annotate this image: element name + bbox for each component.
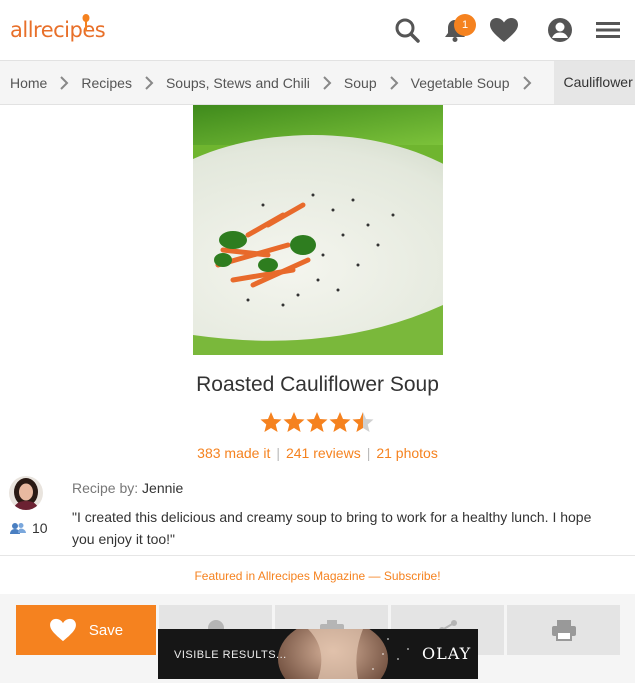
chevron-right-icon xyxy=(322,75,332,90)
heart-icon[interactable] xyxy=(489,15,519,45)
recipe-stats: 383 made it | 241 reviews | 21 photos xyxy=(197,445,438,461)
breadcrumb-soups-stews[interactable]: Soups, Stews and Chili xyxy=(166,75,310,91)
user-profile-icon[interactable] xyxy=(545,15,575,45)
followers-icon xyxy=(10,523,26,534)
advertisement-banner[interactable]: VISIBLE RESULTS... OLAY xyxy=(158,629,478,679)
printer-icon xyxy=(551,620,576,641)
print-button[interactable] xyxy=(507,605,620,655)
breadcrumb-soup[interactable]: Soup xyxy=(344,75,377,91)
recipe-photo[interactable] xyxy=(193,105,443,355)
recipe-page: allrecipes 1 Home Recipes Soups, Stews a… xyxy=(0,0,635,683)
top-bar: allrecipes 1 xyxy=(0,0,635,60)
author-name[interactable]: Jennie xyxy=(142,480,183,496)
byline-prefix: Recipe by: xyxy=(72,480,139,496)
ad-brand-logo: OLAY xyxy=(422,644,472,663)
followers-count: 10 xyxy=(10,520,48,536)
made-it-count[interactable]: 383 made it xyxy=(197,445,270,461)
logo-spoon-icon xyxy=(82,14,90,31)
breadcrumb-recipes[interactable]: Recipes xyxy=(81,75,132,91)
hamburger-menu-icon[interactable] xyxy=(593,15,623,45)
allrecipes-logo[interactable]: allrecipes xyxy=(10,18,106,42)
save-button[interactable]: Save xyxy=(16,605,156,655)
breadcrumb-current[interactable]: Cauliflower xyxy=(553,61,635,104)
recipe-description: "I created this delicious and creamy sou… xyxy=(72,509,592,547)
breadcrumb-vegetable-soup[interactable]: Vegetable Soup xyxy=(411,75,510,91)
chevron-right-icon xyxy=(59,75,69,90)
breadcrumb-home[interactable]: Home xyxy=(0,75,47,91)
chevron-right-icon xyxy=(389,75,399,90)
photos-link[interactable]: 21 photos xyxy=(376,445,438,461)
search-icon[interactable] xyxy=(392,15,422,45)
chevron-right-icon xyxy=(522,75,532,90)
magazine-subscribe-link[interactable]: Featured in Allrecipes Magazine — Subscr… xyxy=(0,569,635,583)
author-section: 10 Recipe by: Jennie "I created this del… xyxy=(0,470,635,555)
heart-icon xyxy=(49,618,76,642)
divider xyxy=(0,555,635,556)
author-byline: Recipe by: Jennie xyxy=(72,480,183,496)
recipe-title: Roasted Cauliflower Soup xyxy=(196,373,439,396)
breadcrumb: Home Recipes Soups, Stews and Chili Soup… xyxy=(0,60,635,105)
notification-badge: 1 xyxy=(454,14,476,36)
chevron-right-icon xyxy=(144,75,154,90)
ad-tagline: VISIBLE RESULTS... xyxy=(174,649,287,661)
reviews-link[interactable]: 241 reviews xyxy=(286,445,361,461)
avatar[interactable] xyxy=(9,476,43,510)
rating-stars[interactable] xyxy=(260,410,375,434)
